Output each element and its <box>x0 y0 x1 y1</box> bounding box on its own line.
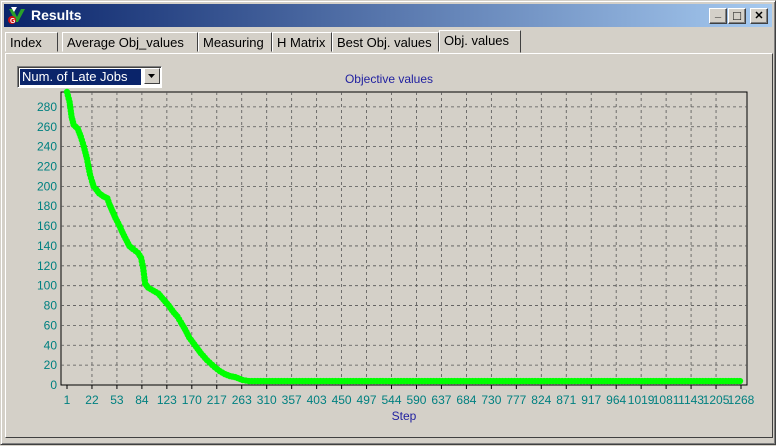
results-window: G Results _ □ ✕ Index Average Obj_values… <box>0 0 776 445</box>
close-icon: ✕ <box>754 10 764 22</box>
chevron-down-icon <box>148 74 155 78</box>
tab-index[interactable]: Index <box>5 32 58 52</box>
title-bar[interactable]: G Results _ □ ✕ <box>4 4 772 27</box>
dropdown-button[interactable] <box>144 68 160 84</box>
close-button[interactable]: ✕ <box>750 8 768 24</box>
minimize-icon: _ <box>714 7 722 19</box>
maximize-button[interactable]: □ <box>728 8 746 24</box>
objective-select[interactable]: Num. of Late Jobs <box>17 66 162 88</box>
objective-select-value: Num. of Late Jobs <box>20 69 141 85</box>
tab-best-obj-values[interactable]: Best Obj. values <box>332 32 439 52</box>
tab-h-matrix[interactable]: H Matrix <box>272 32 332 52</box>
app-icon: G <box>8 7 25 25</box>
minimize-button[interactable]: _ <box>709 7 727 24</box>
tab-obj-values[interactable]: Obj. values <box>439 30 521 53</box>
tab-measuring[interactable]: Measuring <box>198 32 272 52</box>
svg-text:G: G <box>10 18 16 25</box>
window-title: Results <box>31 7 82 23</box>
tab-panel <box>5 53 773 438</box>
tab-average-obj-values[interactable]: Average Obj_values <box>62 32 198 52</box>
maximize-icon: □ <box>733 8 741 23</box>
